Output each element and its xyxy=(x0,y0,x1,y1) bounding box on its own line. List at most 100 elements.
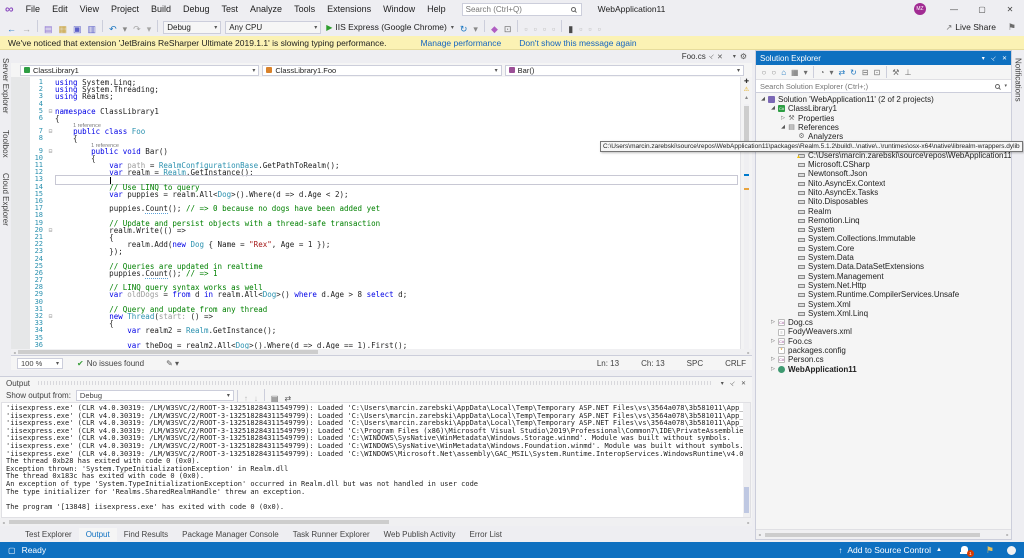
tab-foo-cs[interactable]: Foo.cs ⊥ ✕ xyxy=(677,50,728,63)
fold-marker[interactable]: ⊟ xyxy=(46,227,55,234)
tool-tab-notifications[interactable]: Notifications xyxy=(1014,50,1023,110)
line-number[interactable]: 2 xyxy=(30,86,46,93)
tree-item-system-runtime-compilerservice[interactable]: System.Runtime.CompilerServices.Unsafe xyxy=(756,290,1011,299)
close-tab-icon[interactable]: ✕ xyxy=(717,53,723,61)
close-button[interactable]: ✕ xyxy=(996,0,1024,18)
tree-item-classlibrary1[interactable]: ◢ClassLibrary1 xyxy=(756,104,1011,113)
code-line[interactable]: 26 puppies.Count(); // => 1 xyxy=(11,270,752,277)
home-icon[interactable]: ⌂ xyxy=(779,68,789,77)
filter-dropdown-icon[interactable]: ▾ xyxy=(827,68,836,77)
scroll-left-icon[interactable]: ◂ xyxy=(756,532,763,537)
panel-tab-output[interactable]: Output xyxy=(79,528,117,541)
back-icon[interactable]: ○ xyxy=(759,68,769,77)
quick-search-box[interactable]: Search (Ctrl+Q) xyxy=(462,3,582,16)
tree-item-system-core[interactable]: System.Core xyxy=(756,244,1011,253)
output-horizontal-scrollbar[interactable]: ◂ ▸ xyxy=(0,518,752,526)
edit-mode-icon[interactable]: ✎ ▾ xyxy=(166,359,179,368)
minimize-button[interactable]: — xyxy=(940,0,968,18)
tree-item-system-xml[interactable]: System.Xml xyxy=(756,300,1011,309)
search-icon[interactable] xyxy=(995,84,1000,89)
solution-explorer-horizontal-scrollbar[interactable]: ◂ ▸ xyxy=(756,529,1011,539)
tree-item-fodyweavers-xml[interactable]: FodyWeavers.xml xyxy=(756,327,1011,336)
scroll-right-icon[interactable]: ▸ xyxy=(1004,532,1011,537)
line-number[interactable]: 36 xyxy=(30,342,46,349)
scrollbar-thumb[interactable] xyxy=(18,350,318,354)
navigate-forward-icon[interactable]: → xyxy=(19,24,34,34)
editor-scrollbar-margin[interactable]: ✚⚠▴ xyxy=(740,77,752,349)
panel-tab-find-results[interactable]: Find Results xyxy=(117,528,175,541)
code-line[interactable]: 3using Realms; xyxy=(11,93,752,100)
show-all-files-icon[interactable]: ⊡ xyxy=(871,68,883,77)
properties-icon[interactable]: ⚒ xyxy=(890,68,902,77)
scrollbar-thumb[interactable] xyxy=(744,487,749,513)
code-line[interactable]: 7⊟ public class Foo xyxy=(11,128,752,135)
undo-dropdown-icon[interactable]: ▾ xyxy=(120,24,131,34)
solution-explorer-title-bar[interactable]: Solution Explorer ▾ ⊥ ✕ xyxy=(756,51,1011,65)
scroll-left-icon[interactable]: ◂ xyxy=(0,520,7,525)
tree-item-solution-webapplication11-2-of[interactable]: ◢Solution 'WebApplication11' (2 of 2 pro… xyxy=(756,95,1011,104)
tree-item-c-users-marcin-zarebski-source[interactable]: C:\Users\marcin.zarebski\source\repos\We… xyxy=(756,151,1011,160)
active-files-dropdown-icon[interactable]: ▾ xyxy=(733,53,736,60)
add-to-source-control-button[interactable]: Add to Source Control xyxy=(847,545,931,555)
panel-tab-web-publish-activity[interactable]: Web Publish Activity xyxy=(377,528,463,541)
type-dropdown[interactable]: ClassLibrary1.Foo▾ xyxy=(262,65,501,76)
tree-item-webapplication11[interactable]: ▷WebApplication11 xyxy=(756,365,1011,374)
panel-tab-error-list[interactable]: Error List xyxy=(463,528,509,541)
menu-debug[interactable]: Debug xyxy=(177,2,216,16)
fold-marker[interactable]: ⊟ xyxy=(46,313,55,320)
project-dropdown[interactable]: ClassLibrary1▾ xyxy=(20,65,259,76)
code-line[interactable]: 2using System.Threading; xyxy=(11,86,752,93)
editor-options-gear-icon[interactable]: ⚙ xyxy=(740,52,747,61)
source-control-dropdown-icon[interactable]: ▲ xyxy=(936,547,942,553)
menu-edit[interactable]: Edit xyxy=(46,2,74,16)
feedback-icon[interactable]: ⚑ xyxy=(986,545,994,556)
menu-analyze[interactable]: Analyze xyxy=(244,2,288,16)
line-number[interactable]: 1 xyxy=(30,79,46,86)
fold-marker[interactable]: ⊟ xyxy=(46,148,55,155)
issues-status[interactable]: No issues found xyxy=(87,359,144,368)
collapse-all-icon[interactable]: ⊟ xyxy=(859,68,871,77)
tree-item-system-collections-immutable[interactable]: System.Collections.Immutable xyxy=(756,234,1011,243)
tree-item-system-xml-linq[interactable]: System.Xml.Linq xyxy=(756,309,1011,318)
close-icon[interactable]: ✕ xyxy=(1002,55,1007,62)
tree-item-packages-config[interactable]: packages.config xyxy=(756,346,1011,355)
line-number[interactable]: 7 xyxy=(30,128,46,135)
expander-icon[interactable]: ▷ xyxy=(769,355,777,364)
refresh-icon[interactable]: ↻ xyxy=(848,68,860,77)
bookmark-icon[interactable]: ▮ xyxy=(565,24,576,34)
solution-configurations-dropdown[interactable]: Debug▾ xyxy=(163,21,221,34)
start-debugging-button[interactable]: ▶ IIS Express (Google Chrome) ▾ xyxy=(326,22,454,32)
file-health-warning-icon[interactable]: ⚠ xyxy=(744,86,749,94)
scrollbar-thumb[interactable] xyxy=(9,520,389,524)
space-mode-indicator[interactable]: SPC xyxy=(687,359,703,368)
menu-view[interactable]: View xyxy=(74,2,105,16)
break-all-icon[interactable]: ▫ xyxy=(521,24,530,34)
tree-item-system-data-datasetextensions[interactable]: System.Data.DataSetExtensions xyxy=(756,262,1011,271)
menu-extensions[interactable]: Extensions xyxy=(321,2,377,16)
refresh-dropdown-icon[interactable]: ▾ xyxy=(470,24,481,34)
line-number[interactable]: 3 xyxy=(30,93,46,100)
panel-tab-test-explorer[interactable]: Test Explorer xyxy=(18,528,79,541)
close-icon[interactable]: ✕ xyxy=(741,380,746,387)
tool-tab-server-explorer[interactable]: Server Explorer xyxy=(1,50,10,122)
code-line[interactable]: 29 var oldDogs = from d in realm.All<Dog… xyxy=(11,291,752,298)
comment-icon[interactable]: ▫ xyxy=(595,24,604,34)
fold-marker[interactable]: ⊟ xyxy=(46,108,55,115)
pin-icon[interactable]: ⊥ xyxy=(728,379,737,388)
solution-platforms-dropdown[interactable]: Any CPU▾ xyxy=(225,21,321,34)
code-area[interactable]: 1using System.Linq;2using System.Threadi… xyxy=(11,77,752,349)
line-ending-indicator[interactable]: CRLF xyxy=(725,359,746,368)
code-line[interactable]: 15 var puppies = realm.All<Dog>().Where(… xyxy=(11,191,752,198)
solution-explorer-search-box[interactable]: Search Solution Explorer (Ctrl+;) ▾ xyxy=(756,80,1011,93)
scroll-left-icon[interactable]: ◂ xyxy=(11,350,18,355)
window-position-icon[interactable]: ▾ xyxy=(982,55,985,62)
output-vertical-scrollbar[interactable] xyxy=(743,403,750,517)
tree-item-microsoft-csharp[interactable]: Microsoft.CSharp xyxy=(756,160,1011,169)
new-project-icon[interactable]: ▤ xyxy=(41,24,56,34)
navigate-backward-icon[interactable]: ← xyxy=(4,24,19,34)
tree-item-system[interactable]: System xyxy=(756,225,1011,234)
window-position-icon[interactable]: ▾ xyxy=(721,380,724,387)
tree-item-person-cs[interactable]: ▷Person.cs xyxy=(756,355,1011,364)
line-number[interactable]: 8 xyxy=(30,135,46,142)
tree-item-foo-cs[interactable]: ▷Foo.cs xyxy=(756,337,1011,346)
